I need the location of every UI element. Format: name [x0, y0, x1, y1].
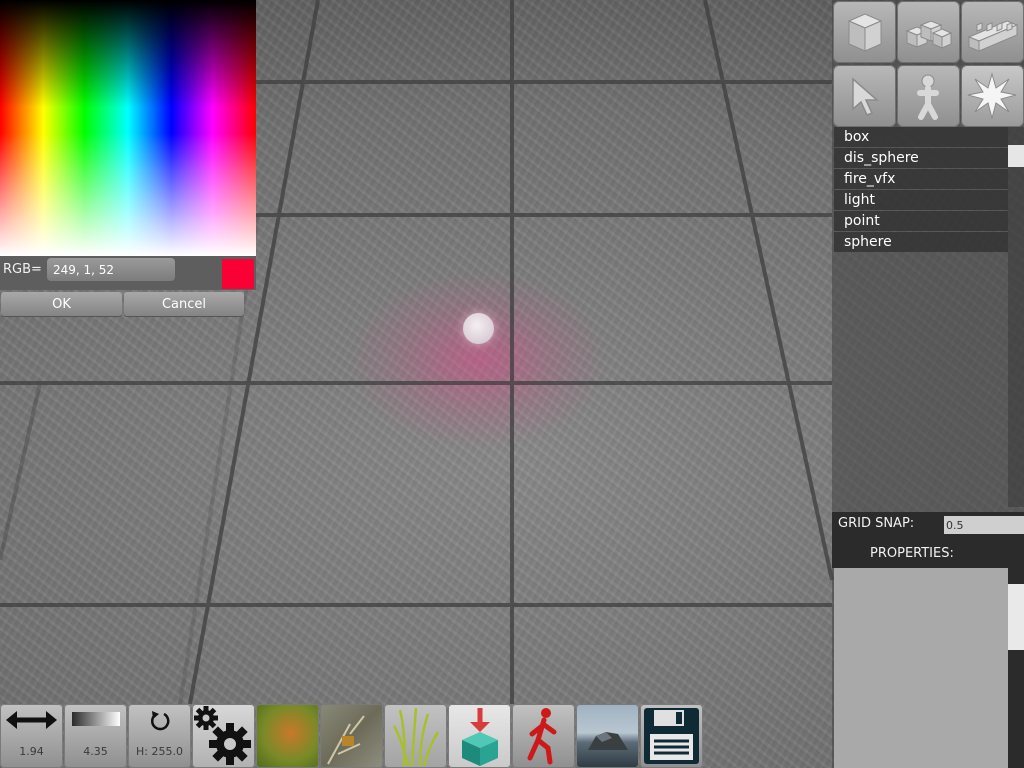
rgb-label: RGB= [3, 262, 42, 277]
plant-texture-button[interactable] [320, 704, 383, 768]
add-wall-button[interactable] [961, 1, 1024, 63]
list-item[interactable]: sphere [834, 232, 1008, 252]
rotation-value: H: 255.0 [136, 745, 183, 758]
boxes-icon [905, 20, 953, 49]
grid-snap-row: GRID SNAP: [832, 512, 1024, 536]
cursor-icon [852, 77, 879, 116]
wall-icon [967, 20, 1018, 52]
grid-snap-input[interactable] [944, 516, 1024, 534]
resize-arrows-icon [6, 711, 57, 729]
character-icon [917, 74, 939, 120]
select-tool-button[interactable] [833, 65, 896, 127]
intensity-value: 4.35 [83, 745, 108, 758]
list-item[interactable]: light [834, 190, 1008, 210]
save-floppy-icon [644, 708, 699, 764]
bottom-toolbar: 1.94 4.35 H: 255.0 [0, 704, 704, 768]
selected-color-swatch [222, 259, 254, 289]
right-panel: box dis_sphere fire_vfx light point sphe… [832, 0, 1024, 768]
cancel-button[interactable]: Cancel [124, 292, 244, 316]
rgb-row: RGB= [0, 256, 256, 290]
color-picker-panel: RGB= OK Cancel [0, 0, 256, 318]
list-item[interactable]: point [834, 211, 1008, 231]
plant-texture-icon [327, 715, 365, 765]
light-source-gizmo[interactable] [463, 313, 494, 344]
properties-scroll-thumb[interactable] [1008, 584, 1024, 650]
moss-texture-button[interactable] [256, 704, 319, 768]
properties-header: PROPERTIES: [832, 536, 1024, 568]
terrain-button[interactable] [576, 704, 639, 768]
rgb-input[interactable] [47, 258, 175, 281]
place-object-icon [462, 708, 498, 766]
rotate-icon [150, 711, 170, 731]
place-object-button[interactable] [448, 704, 511, 768]
add-box-button[interactable] [833, 1, 896, 63]
burst-icon [967, 72, 1017, 120]
grass-texture-icon [392, 707, 440, 767]
size-control[interactable]: 1.94 [0, 704, 63, 768]
list-item[interactable]: dis_sphere [834, 148, 1008, 168]
size-value: 1.94 [19, 745, 44, 758]
add-boxes-button[interactable] [897, 1, 960, 63]
walk-mode-icon [527, 708, 557, 765]
settings-button[interactable] [192, 704, 255, 768]
object-list: box dis_sphere fire_vfx light point sphe… [834, 127, 1008, 253]
properties-box[interactable] [834, 568, 1008, 768]
object-list-scroll-thumb[interactable] [1008, 145, 1024, 167]
save-button[interactable] [640, 704, 703, 768]
object-list-scrollbar[interactable] [1008, 127, 1024, 507]
intensity-control[interactable]: 4.35 [64, 704, 127, 768]
grass-texture-button[interactable] [384, 704, 447, 768]
moss-texture-icon [256, 704, 319, 768]
list-item[interactable]: box [834, 127, 1008, 147]
gradient-bar-icon [72, 712, 120, 726]
character-tool-button[interactable] [897, 65, 960, 127]
grid-snap-label: GRID SNAP: [838, 516, 915, 531]
ok-button[interactable]: OK [1, 292, 122, 316]
list-item[interactable]: fire_vfx [834, 169, 1008, 189]
walk-mode-button[interactable] [512, 704, 575, 768]
effect-tool-button[interactable] [961, 65, 1024, 127]
properties-label: PROPERTIES: [870, 546, 954, 561]
color-spectrum[interactable] [0, 0, 256, 256]
terrain-rock-icon [588, 732, 628, 750]
settings-gears-icon [194, 706, 251, 765]
box-icon [847, 13, 883, 52]
rotation-control[interactable]: H: 255.0 [128, 704, 191, 768]
